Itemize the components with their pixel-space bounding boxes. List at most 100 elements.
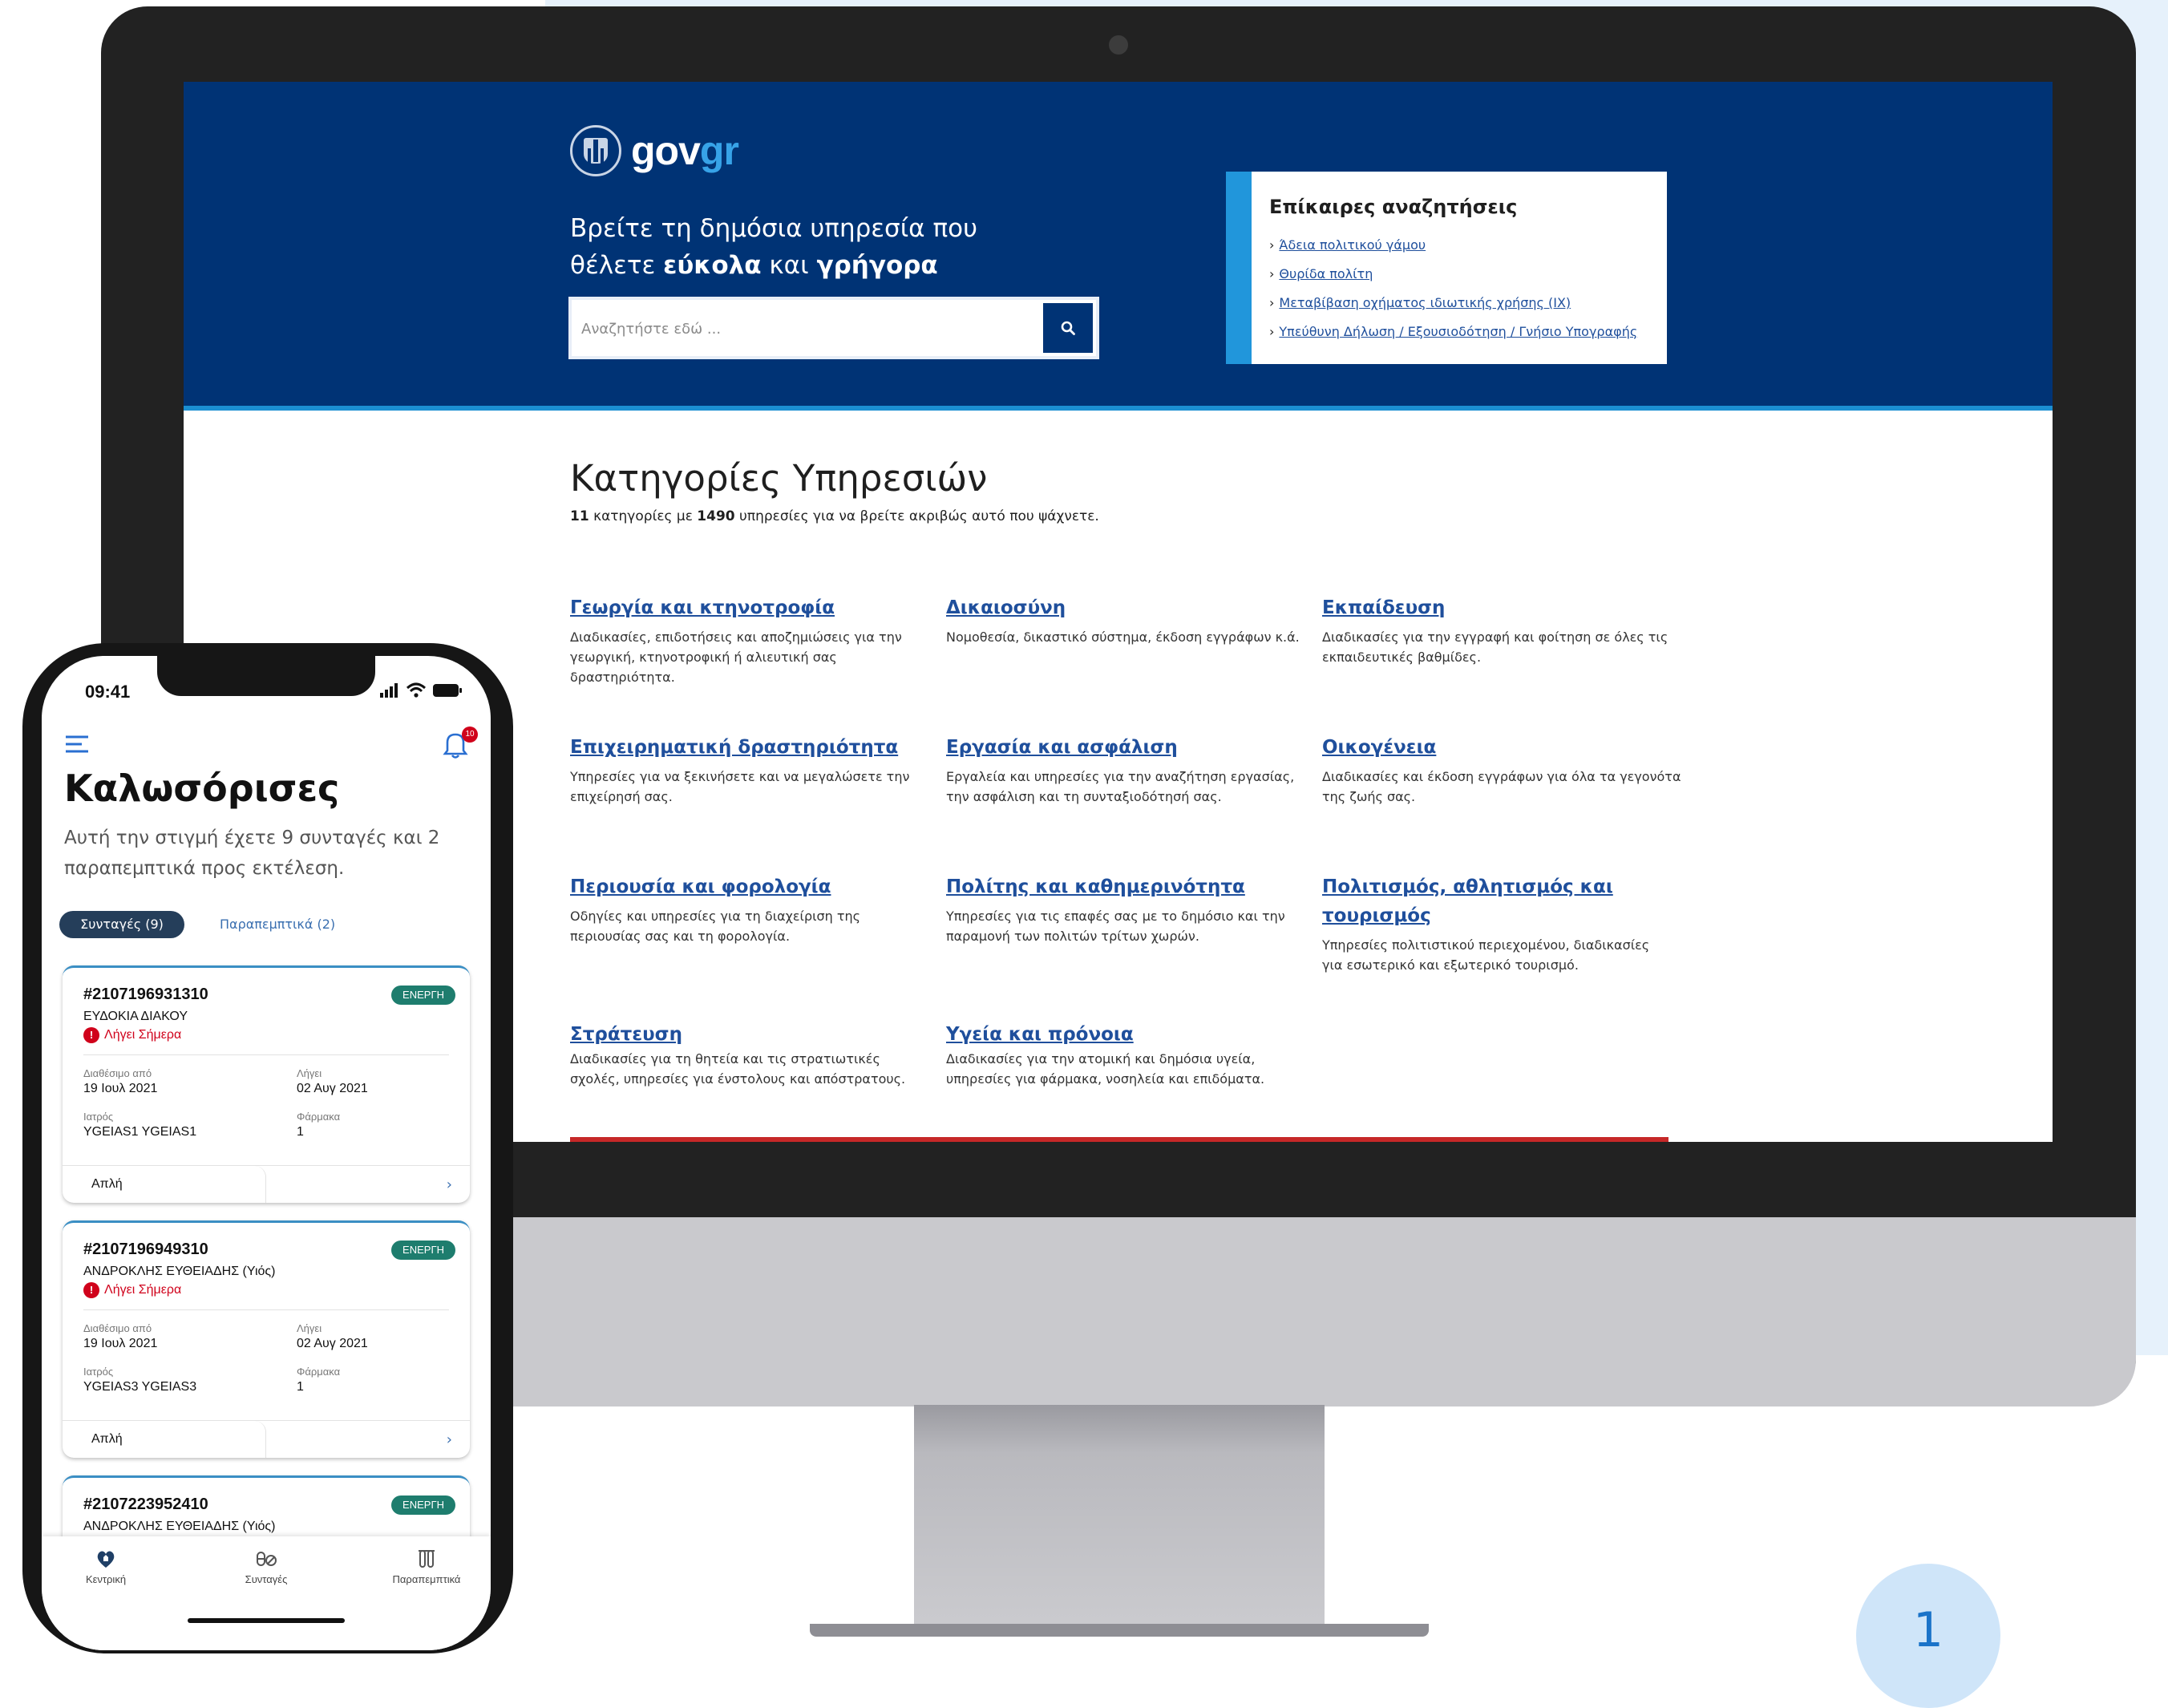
status-badge: ΕΝΕΡΓΗ bbox=[391, 1496, 455, 1515]
hero-title: Βρείτε τη δημόσια υπηρεσία που θέλετε εύ… bbox=[570, 210, 1019, 284]
chevron-right-icon: › bbox=[1269, 266, 1275, 281]
test-tubes-icon bbox=[419, 1550, 435, 1568]
trending-link[interactable]: › Μεταβίβαση οχήματος ιδιωτικής χρήσης (Ι… bbox=[1269, 289, 1667, 318]
hero-line2-mid: και bbox=[761, 251, 817, 280]
patient-name: ΑΝΔΡΟΚΛΗΣ ΕΥΘΕΙΑΔΗΣ (Υιός) bbox=[83, 1265, 276, 1278]
chevron-right-icon: › bbox=[1269, 237, 1275, 253]
category-description: Υπηρεσίες για να ξεκινήσετε και να μεγαλ… bbox=[570, 769, 910, 804]
category-link[interactable]: Εργασία και ασφάλιση bbox=[946, 733, 1307, 762]
battery-icon bbox=[433, 684, 462, 697]
category-link[interactable]: Υγεία και πρόνοια bbox=[946, 1020, 1307, 1049]
chevron-right-icon: › bbox=[1269, 295, 1275, 310]
prescription-type: Απλή bbox=[63, 1166, 266, 1203]
category-description: Οδηγίες και υπηρεσίες για τη διαχείριση … bbox=[570, 909, 861, 944]
page-number: 1 bbox=[1912, 1602, 1944, 1658]
chevron-right-icon[interactable]: › bbox=[447, 1176, 452, 1193]
category-description: Διαδικασίες για την ατομική και δημόσια … bbox=[946, 1051, 1265, 1087]
tab-home[interactable]: Κεντρική bbox=[42, 1548, 170, 1585]
category-description: Διαδικασίες, επιδοτήσεις και αποζημιώσει… bbox=[570, 629, 902, 685]
tab-referrals[interactable]: Παραπεμπτικά (2) bbox=[220, 911, 335, 938]
label-available-from: Διαθέσιμο από bbox=[83, 1322, 152, 1334]
search-button[interactable] bbox=[1043, 303, 1093, 353]
phone-screen: 09:41 10 Καλωσόρισες Αυτή την στιγμή έχε… bbox=[42, 656, 491, 1650]
trending-link-label: Άδεια πολιτικού γάμου bbox=[1279, 237, 1426, 253]
category-card: Επιχειρηματική δραστηριότητα Υπηρεσίες γι… bbox=[570, 733, 931, 807]
expires-value: 02 Αυγ 2021 bbox=[297, 1337, 368, 1350]
search-input[interactable] bbox=[580, 300, 1032, 358]
patient-name: ΑΝΔΡΟΚΛΗΣ ΕΥΘΕΙΑΔΗΣ (Υιός) bbox=[83, 1520, 276, 1533]
govgr-logo[interactable]: gov gr bbox=[570, 125, 739, 176]
label-drugs: Φάρμακα bbox=[297, 1366, 341, 1378]
divider bbox=[83, 1309, 449, 1310]
hamburger-menu-icon[interactable] bbox=[64, 733, 90, 755]
trending-link-label: Θυρίδα πολίτη bbox=[1279, 266, 1373, 281]
category-card: Υγεία και πρόνοια Διαδικασίες για την ατο… bbox=[946, 1020, 1307, 1089]
hero-banner: gov gr Βρείτε τη δημόσια υπηρεσία που θέλ… bbox=[184, 82, 2053, 411]
hero-line1: Βρείτε τη δημόσια υπηρεσία που bbox=[570, 214, 978, 243]
expiry-note: Λήγει Σήμερα bbox=[104, 1028, 182, 1042]
category-description: Διαδικασίες για τη θητεία και τις στρατι… bbox=[570, 1051, 906, 1087]
prescription-id: #2107196931310 bbox=[83, 986, 208, 1003]
category-link[interactable]: Πολιτισμός, αθλητισμός και τουρισμός bbox=[1322, 872, 1667, 930]
expiry-warning: ! Λήγει Σήμερα bbox=[83, 1282, 181, 1298]
status-badge: ΕΝΕΡΓΗ bbox=[391, 986, 455, 1005]
logo-text-gr: gr bbox=[699, 128, 739, 173]
label-expires: Λήγει bbox=[297, 1067, 322, 1079]
category-description: Νομοθεσία, δικαστικό σύστημα, έκδοση εγγ… bbox=[946, 629, 1300, 645]
tab-prescriptions[interactable]: Συνταγές (9) bbox=[59, 911, 184, 938]
category-link[interactable]: Επιχειρηματική δραστηριότητα bbox=[570, 733, 931, 762]
chevron-right-icon: › bbox=[1269, 324, 1275, 339]
category-description: Υπηρεσίες για τις επαφές σας με το δημόσ… bbox=[946, 909, 1285, 944]
tab-referrals-nav[interactable]: Παραπεμπτικά bbox=[362, 1548, 491, 1585]
bottom-tab-bar: Κεντρική Συνταγές Παραπεμπτικά bbox=[42, 1536, 491, 1650]
pills-icon bbox=[257, 1552, 277, 1566]
trending-title: Επίκαιρες αναζητήσεις bbox=[1269, 196, 1518, 218]
trending-link[interactable]: › Υπεύθυνη Δήλωση / Εξουσιοδότηση / Γνήσι… bbox=[1269, 318, 1667, 346]
category-link[interactable]: Δικαιοσύνη bbox=[946, 593, 1307, 622]
categories-count: 11 bbox=[570, 508, 589, 524]
coat-of-arms-icon bbox=[570, 125, 621, 176]
category-description: Διαδικασίες και έκδοση εγγράφων για όλα … bbox=[1322, 769, 1681, 804]
status-badge: ΕΝΕΡΓΗ bbox=[391, 1241, 455, 1260]
prescription-id: #2107223952410 bbox=[83, 1496, 208, 1513]
category-link[interactable]: Γεωργία και κτηνοτροφία bbox=[570, 593, 931, 622]
notification-badge: 10 bbox=[462, 727, 478, 743]
chevron-right-icon[interactable]: › bbox=[447, 1431, 452, 1448]
expires-value: 02 Αυγ 2021 bbox=[297, 1082, 368, 1095]
search-icon bbox=[1061, 321, 1075, 335]
category-description: Διαδικασίες για την εγγραφή και φοίτηση … bbox=[1322, 629, 1668, 665]
status-time: 09:41 bbox=[85, 682, 131, 702]
hero-line2-prefix: θέλετε bbox=[570, 251, 664, 280]
phone-notch bbox=[157, 656, 375, 696]
label-available-from: Διαθέσιμο από bbox=[83, 1067, 152, 1079]
tab-referrals-label: Παραπεμπτικά bbox=[392, 1573, 461, 1585]
tab-prescriptions-nav[interactable]: Συνταγές bbox=[202, 1548, 330, 1585]
trending-link-label: Μεταβίβαση οχήματος ιδιωτικής χρήσης (ΙΧ… bbox=[1279, 295, 1571, 310]
webcam-icon bbox=[1109, 35, 1128, 55]
trending-link[interactable]: › Άδεια πολιτικού γάμου bbox=[1269, 231, 1667, 260]
category-card: Εκπαίδευση Διαδικασίες για την εγγραφή κα… bbox=[1322, 593, 1683, 667]
category-link[interactable]: Περιουσία και φορολογία bbox=[570, 872, 931, 901]
prescription-type: Απλή bbox=[63, 1421, 266, 1458]
category-link[interactable]: Οικογένεια bbox=[1322, 733, 1683, 762]
category-link[interactable]: Στράτευση bbox=[570, 1020, 931, 1049]
prescription-card[interactable]: #2107196949310 ΕΝΕΡΓΗ ΑΝΔΡΟΚΛΗΣ ΕΥΘΕΙΑΔΗ… bbox=[63, 1220, 470, 1458]
prescription-card[interactable]: #2107196931310 ΕΝΕΡΓΗ ΕΥΔΟΚΙΑ ΔΙΑΚΟΥ ! Λή… bbox=[63, 965, 470, 1203]
monitor-stand bbox=[914, 1405, 1325, 1632]
monitor-stand-base bbox=[810, 1624, 1429, 1637]
trending-link[interactable]: › Θυρίδα πολίτη bbox=[1269, 260, 1667, 289]
tab-prescriptions-label: Συνταγές bbox=[245, 1573, 288, 1585]
drugs-value: 1 bbox=[297, 1380, 304, 1394]
logo-text-gov: gov bbox=[631, 128, 701, 173]
drugs-value: 1 bbox=[297, 1125, 304, 1139]
services-count: 1490 bbox=[697, 508, 735, 524]
categories-sub-part1: κατηγορίες με bbox=[589, 508, 698, 524]
category-link[interactable]: Εκπαίδευση bbox=[1322, 593, 1683, 622]
category-card: Πολίτης και καθημερινότητα Υπηρεσίες για … bbox=[946, 872, 1307, 946]
status-icons bbox=[380, 682, 462, 698]
category-link[interactable]: Πολίτης και καθημερινότητα bbox=[946, 872, 1307, 901]
doctor-value: YGEIAS3 YGEIAS3 bbox=[83, 1380, 197, 1394]
trending-link-label: Υπεύθυνη Δήλωση / Εξουσιοδότηση / Γνήσιο… bbox=[1279, 324, 1638, 339]
alert-icon: ! bbox=[83, 1027, 99, 1043]
divider bbox=[83, 1054, 449, 1055]
